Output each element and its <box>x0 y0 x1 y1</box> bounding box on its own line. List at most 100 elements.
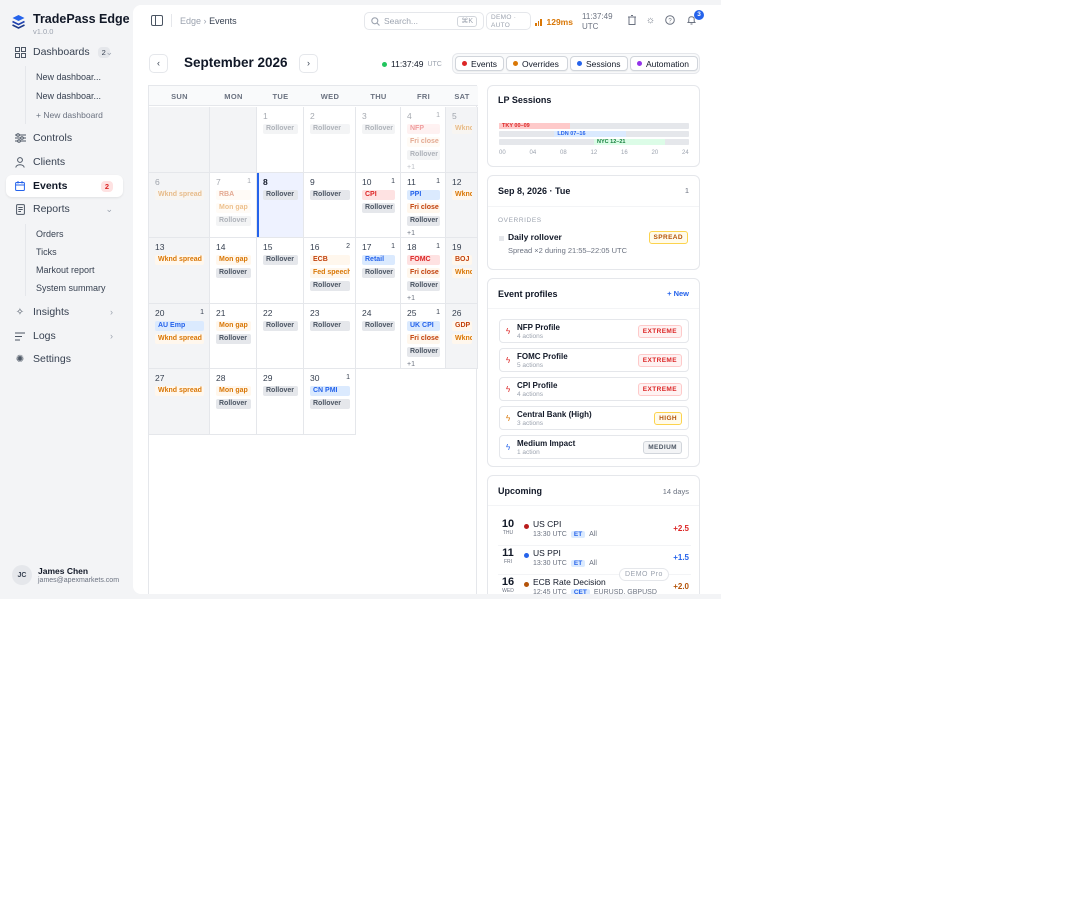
event-chip[interactable]: NFP <box>407 124 440 134</box>
event-chip[interactable]: RBA <box>216 189 251 200</box>
next-month-button[interactable]: › <box>299 54 318 73</box>
event-chip[interactable]: Fri close <box>407 202 440 213</box>
event-chip[interactable]: ECB <box>310 255 350 266</box>
calendar-day-cell[interactable]: 20 1 AU Emp Wknd spread <box>149 303 210 370</box>
trash-icon[interactable] <box>626 15 637 26</box>
event-chip[interactable]: Wknd <box>452 268 472 279</box>
tab-events[interactable]: Events <box>455 56 504 71</box>
event-chip[interactable]: Rollover <box>310 399 350 410</box>
profile-item[interactable]: ϟ FOMC Profile 5 actions EXTREME <box>499 348 689 372</box>
event-chip[interactable]: Rollover <box>263 255 298 266</box>
event-chip[interactable]: BOJ <box>452 255 472 266</box>
sidebar-report-orders[interactable]: Orders <box>36 229 64 239</box>
event-chip[interactable]: Rollover <box>263 386 298 397</box>
more-events-link[interactable]: +1 <box>407 294 415 303</box>
breadcrumb-root[interactable]: Edge <box>180 16 201 26</box>
sidebar-item-clients[interactable]: Clients <box>6 151 123 173</box>
calendar-day-cell[interactable]: 25 1 UK CPI Fri close Rollover +1 <box>401 303 446 370</box>
event-chip[interactable]: GDP <box>452 320 472 331</box>
more-events-link[interactable]: +1 <box>407 163 415 172</box>
sidebar-item-dashboards[interactable]: Dashboards 2 ⌄ <box>6 41 123 63</box>
help-icon[interactable]: ? <box>664 15 675 26</box>
calendar-day-cell[interactable]: 5 Wknd <box>446 107 478 173</box>
calendar-day-cell[interactable]: 21 Mon gap Rollover <box>210 303 257 370</box>
calendar-day-cell[interactable]: 14 Mon gap Rollover <box>210 238 257 304</box>
event-chip[interactable]: AU Emp <box>155 320 204 331</box>
event-chip[interactable]: Wknd spread <box>155 255 204 266</box>
event-chip[interactable]: Rollover <box>263 320 298 331</box>
sidebar-item-events[interactable]: Events 2 <box>6 175 123 197</box>
prev-month-button[interactable]: ‹ <box>149 54 168 73</box>
chevron-right-icon[interactable]: › <box>110 331 113 341</box>
calendar-day-cell[interactable]: 27 Wknd spread <box>149 369 210 435</box>
event-chip[interactable]: Rollover <box>407 281 440 292</box>
sun-icon[interactable]: ☼ <box>645 15 656 26</box>
event-chip[interactable]: Rollover <box>407 150 440 160</box>
calendar-day-cell[interactable]: 13 Wknd spread <box>149 238 210 304</box>
calendar-day-cell[interactable]: 6 Wknd spread <box>149 172 210 239</box>
calendar-day-cell[interactable]: 28 Mon gap Rollover <box>210 369 257 435</box>
calendar-day-cell[interactable]: 29 Rollover <box>257 369 304 435</box>
event-chip[interactable]: Rollover <box>362 320 395 331</box>
search-input[interactable]: Search... ⌘K <box>364 12 484 30</box>
event-chip[interactable]: Rollover <box>310 189 350 200</box>
calendar-day-cell[interactable]: 22 Rollover <box>257 303 304 370</box>
chevron-down-icon[interactable]: ⌄ <box>105 47 113 58</box>
tab-automation[interactable]: Automation <box>630 56 698 71</box>
event-chip[interactable]: Retail <box>362 255 395 266</box>
sidebar-report-system-summary[interactable]: System summary <box>36 283 106 293</box>
event-chip[interactable]: Rollover <box>407 346 440 357</box>
event-chip[interactable]: Mon gap <box>216 386 251 397</box>
calendar-day-cell[interactable]: 7 1 RBA Mon gap Rollover <box>210 172 257 239</box>
event-chip[interactable]: Mon gap <box>216 202 251 213</box>
event-chip[interactable]: Fed speech <box>310 268 350 279</box>
sidebar-report-markout[interactable]: Markout report <box>36 265 95 275</box>
calendar-day-cell[interactable]: 30 1 CN PMI Rollover <box>304 369 356 435</box>
session-bar[interactable]: TKY 00–09 <box>499 123 571 129</box>
sidebar-report-ticks[interactable]: Ticks <box>36 247 57 257</box>
calendar-day-cell[interactable]: 12 Wknd <box>446 172 478 239</box>
event-chip[interactable]: Rollover <box>263 189 298 200</box>
calendar-day-cell[interactable]: 26 GDP Wknd <box>446 303 478 370</box>
event-chip[interactable]: CN PMI <box>310 386 350 397</box>
sidebar-item-reports[interactable]: Reports ⌄ <box>6 198 123 220</box>
profile-item[interactable]: ϟ Central Bank (High) 3 actions HIGH <box>499 406 689 430</box>
profile-item[interactable]: ϟ CPI Profile 4 actions EXTREME <box>499 377 689 401</box>
sidebar-item-insights[interactable]: ✧ Insights › <box>6 301 123 323</box>
event-chip[interactable]: Mon gap <box>216 255 251 266</box>
calendar-day-cell[interactable]: 10 1 CPI Rollover <box>356 172 401 239</box>
event-chip[interactable]: Wknd <box>452 124 472 134</box>
event-chip[interactable]: Wknd spread <box>155 189 204 200</box>
override-title[interactable]: Daily rollover <box>508 232 562 242</box>
demo-mode-pill[interactable]: DEMO · AUTO <box>486 12 531 30</box>
event-chip[interactable]: Fri close <box>407 268 440 279</box>
event-chip[interactable]: Rollover <box>407 215 440 226</box>
event-chip[interactable]: Rollover <box>310 320 350 331</box>
tab-overrides[interactable]: Overrides <box>506 56 568 71</box>
event-chip[interactable]: Wknd spread <box>155 386 204 397</box>
event-chip[interactable]: Rollover <box>310 124 350 134</box>
chevron-right-icon[interactable]: › <box>110 307 113 317</box>
calendar-day-cell[interactable]: 11 1 PPI Fri close Rollover +1 <box>401 172 446 239</box>
calendar-day-cell[interactable]: 1 Rollover <box>257 107 304 173</box>
event-chip[interactable]: Rollover <box>263 124 298 134</box>
sidebar-dashboard-1[interactable]: New dashboar... <box>36 72 101 82</box>
event-chip[interactable]: Rollover <box>216 215 251 226</box>
session-bar[interactable]: LDN 07–16 <box>554 131 626 137</box>
upcoming-event-row[interactable]: 10 THU US CPI 13:30 UTC ET All +2.5 <box>498 517 691 546</box>
sidebar-toggle-icon[interactable] <box>151 15 163 26</box>
calendar-day-cell[interactable]: 8 Rollover <box>257 172 304 239</box>
event-chip[interactable]: Wknd <box>452 333 472 344</box>
event-chip[interactable]: Wknd <box>452 189 472 200</box>
sidebar-item-logs[interactable]: Logs › <box>6 325 123 347</box>
event-chip[interactable]: PPI <box>407 189 440 200</box>
calendar-day-cell[interactable]: 9 Rollover <box>304 172 356 239</box>
event-chip[interactable]: Rollover <box>216 268 251 279</box>
sidebar-item-settings[interactable]: ✺ Settings <box>6 348 123 370</box>
event-chip[interactable]: FOMC <box>407 255 440 266</box>
more-events-link[interactable]: +1 <box>407 229 415 238</box>
sidebar-dashboard-2[interactable]: New dashboar... <box>36 91 101 101</box>
user-profile[interactable]: JC James Chen james@apexmarkets.com <box>12 565 119 585</box>
calendar-day-cell[interactable]: 15 Rollover <box>257 238 304 304</box>
tab-sessions[interactable]: Sessions <box>570 56 628 71</box>
